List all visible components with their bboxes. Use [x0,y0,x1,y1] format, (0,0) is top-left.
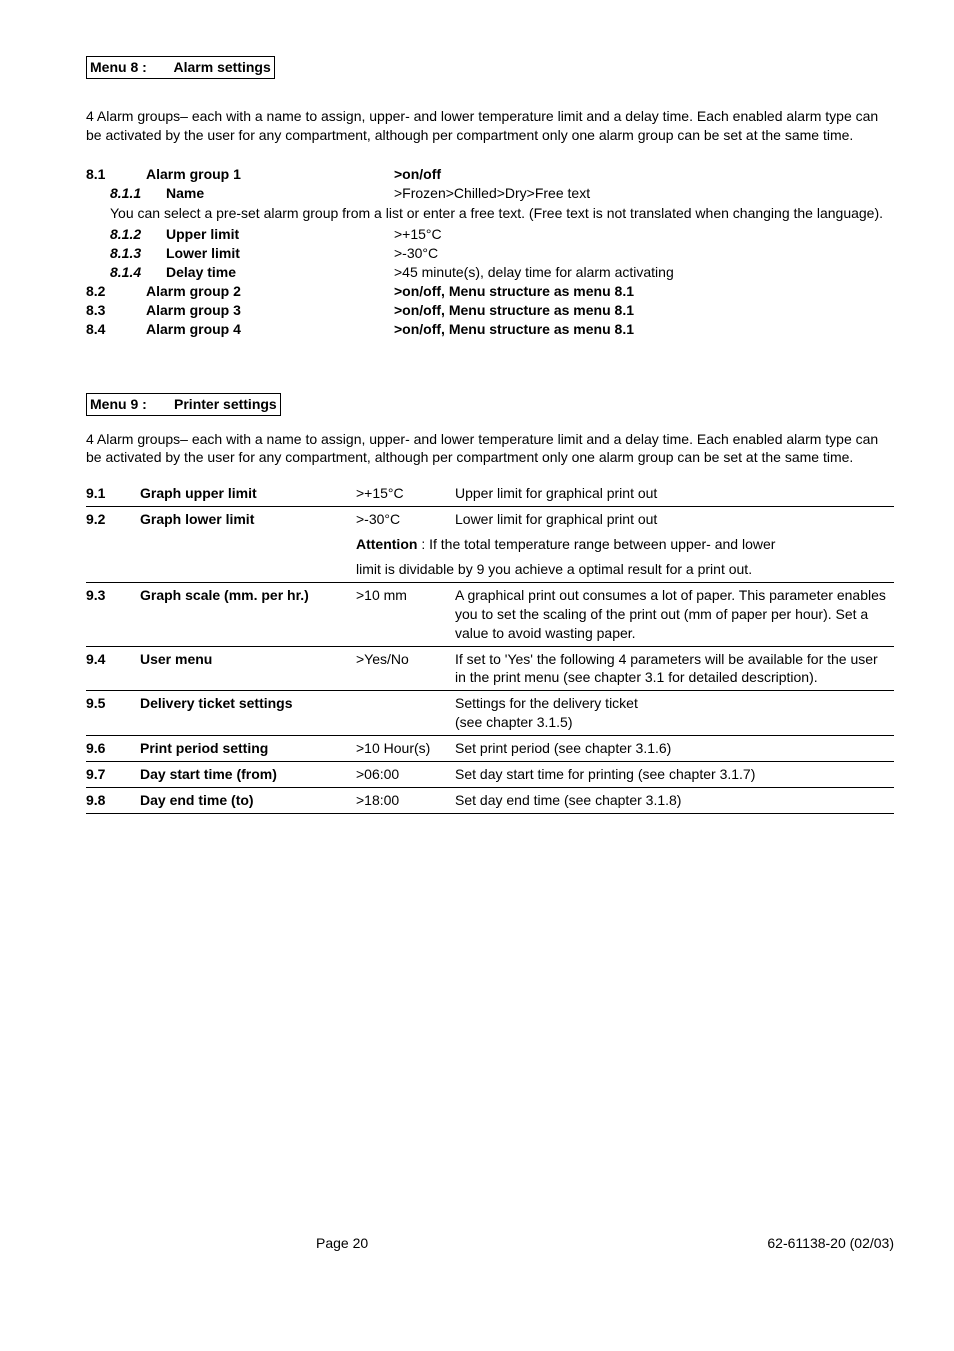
table-row: 9.8 Day end time (to) >18:00 Set day end… [86,787,894,813]
menu8-title: Alarm settings [174,59,271,75]
m8-r1a-val: >Frozen>Chilled>Dry>Free text [394,184,894,203]
m8-r1-label: Alarm group 1 [146,165,394,184]
m9-r5-num: 9.5 [86,691,140,736]
m8-r1-num: 8.1 [86,165,146,184]
m8-r2-num: 8.2 [86,282,146,301]
m9-r2a: Attention : If the total temperature ran… [356,532,894,557]
m9-r2-val: >-30°C [356,507,455,532]
menu8-body: 8.1 Alarm group 1 >on/off 8.1.1 Name >Fr… [86,165,894,339]
m9-r7-name: Day start time (from) [140,762,356,788]
menu9-table: 9.1 Graph upper limit >+15°C Upper limit… [86,481,894,813]
menu8-label: Menu 8 : [90,59,147,75]
m9-r1-val: >+15°C [356,481,455,506]
m8-r1-val: >on/off [394,165,894,184]
menu8-intro: 4 Alarm groups– each with a name to assi… [86,107,894,145]
m9-r1-num: 9.1 [86,481,140,506]
m8-r1b-val: >+15°C [394,225,894,244]
m9-r3-val: >10 mm [356,582,455,646]
menu9-header: Menu 9 : Printer settings [86,393,894,416]
m9-r4-desc: If set to 'Yes' the following 4 paramete… [455,646,894,691]
footer-page: Page 20 [316,1234,368,1253]
m8-r2-label: Alarm group 2 [146,282,394,301]
m8-r1d-val: >45 minute(s), delay time for alarm acti… [394,263,894,282]
m9-r2-num: 9.2 [86,507,140,532]
page-footer: Page 20 62-61138-20 (02/03) [86,1234,894,1253]
m9-r7-desc: Set day start time for printing (see cha… [455,762,894,788]
m8-r4-val: >on/off, Menu structure as menu 8.1 [394,320,894,339]
table-row: 9.5 Delivery ticket settings Settings fo… [86,691,894,736]
m9-r7-num: 9.7 [86,762,140,788]
m8-r4-num: 8.4 [86,320,146,339]
m9-r8-desc: Set day end time (see chapter 3.1.8) [455,787,894,813]
table-row: 9.3 Graph scale (mm. per hr.) >10 mm A g… [86,582,894,646]
m8-r2-val: >on/off, Menu structure as menu 8.1 [394,282,894,301]
m9-r1-desc: Upper limit for graphical print out [455,481,894,506]
m9-r5-val [356,691,455,736]
table-row: Attention : If the total temperature ran… [86,532,894,557]
table-row: 9.6 Print period setting >10 Hour(s) Set… [86,736,894,762]
m9-r7-val: >06:00 [356,762,455,788]
m8-r3-label: Alarm group 3 [146,301,394,320]
m8-r1a-num: 8.1.1 [110,184,166,203]
m8-note: You can select a pre-set alarm group fro… [110,204,894,223]
m8-r1d-label: Delay time [166,263,394,282]
m9-r2-name: Graph lower limit [140,507,356,532]
table-row: 9.2 Graph lower limit >-30°C Lower limit… [86,507,894,532]
m9-r6-desc: Set print period (see chapter 3.1.6) [455,736,894,762]
m8-r1c-val: >-30°C [394,244,894,263]
m9-r8-val: >18:00 [356,787,455,813]
menu9-title: Printer settings [174,396,277,412]
m9-r4-name: User menu [140,646,356,691]
m9-r2a-rest: : If the total temperature range between… [417,536,775,552]
m9-r5-desc: Settings for the delivery ticket (see ch… [455,691,894,736]
table-row: 9.1 Graph upper limit >+15°C Upper limit… [86,481,894,506]
m9-r2b: limit is dividable by 9 you achieve a op… [356,557,894,582]
m9-r3-desc: A graphical print out consumes a lot of … [455,582,894,646]
m8-r1a-label: Name [166,184,394,203]
m9-r4-val: >Yes/No [356,646,455,691]
m8-r3-num: 8.3 [86,301,146,320]
table-row: 9.7 Day start time (from) >06:00 Set day… [86,762,894,788]
m8-r1c-label: Lower limit [166,244,394,263]
m8-r1c-num: 8.1.3 [110,244,166,263]
m9-r1-name: Graph upper limit [140,481,356,506]
m9-r2a-label: Attention [356,536,417,552]
m9-r3-num: 9.3 [86,582,140,646]
m9-r5-name: Delivery ticket settings [140,691,356,736]
m8-r4-label: Alarm group 4 [146,320,394,339]
m9-r8-num: 9.8 [86,787,140,813]
table-row: limit is dividable by 9 you achieve a op… [86,557,894,582]
m8-r3-val: >on/off, Menu structure as menu 8.1 [394,301,894,320]
m9-r3-name: Graph scale (mm. per hr.) [140,582,356,646]
m9-r6-num: 9.6 [86,736,140,762]
menu8-header: Menu 8 : Alarm settings [86,56,894,79]
menu9-intro: 4 Alarm groups– each with a name to assi… [86,430,894,468]
m8-r1d-num: 8.1.4 [110,263,166,282]
table-row: 9.4 User menu >Yes/No If set to 'Yes' th… [86,646,894,691]
footer-code: 62-61138-20 (02/03) [767,1234,894,1253]
m8-r1b-label: Upper limit [166,225,394,244]
m9-r6-val: >10 Hour(s) [356,736,455,762]
m9-r6-name: Print period setting [140,736,356,762]
m9-r4-num: 9.4 [86,646,140,691]
menu9-label: Menu 9 : [90,396,147,412]
m8-r1b-num: 8.1.2 [110,225,166,244]
m9-r8-name: Day end time (to) [140,787,356,813]
m9-r2-desc: Lower limit for graphical print out [455,507,894,532]
